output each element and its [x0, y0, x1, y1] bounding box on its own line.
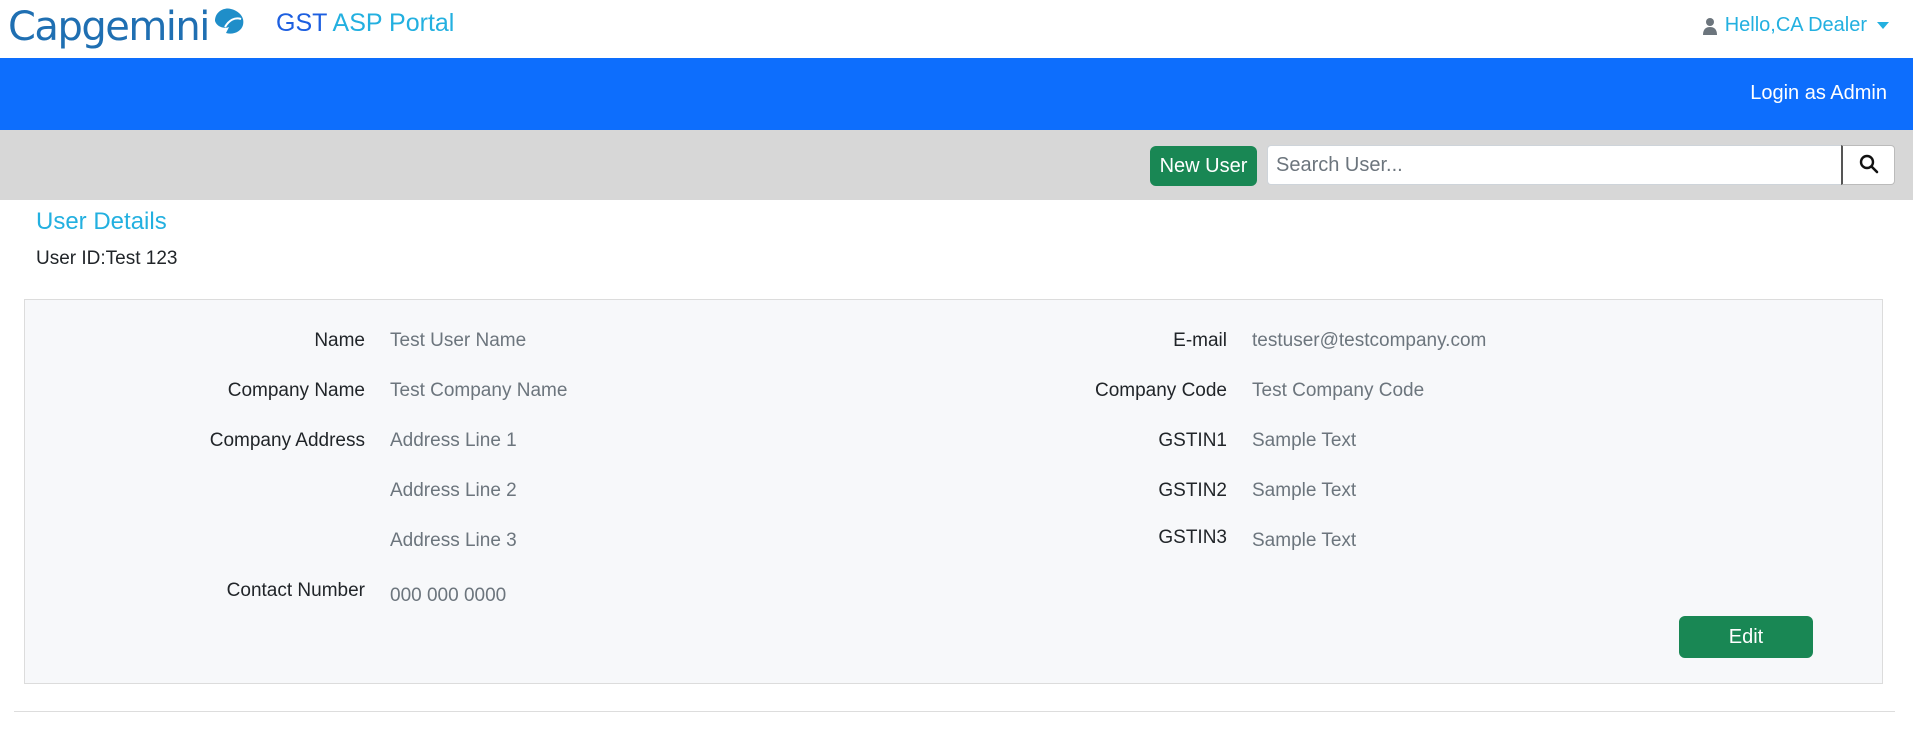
gstin3-label: GSTIN3	[1158, 527, 1227, 548]
name-label: Name	[314, 330, 365, 351]
name-value: Test User Name	[390, 330, 527, 351]
new-user-button[interactable]: New User	[1150, 146, 1257, 186]
search-button[interactable]	[1841, 145, 1895, 185]
company-code-label: Company Code	[1094, 380, 1227, 401]
portal-title-rest: ASP Portal	[332, 9, 455, 37]
search-icon	[1859, 154, 1879, 177]
gstin1-value: Sample Text	[1252, 430, 1357, 451]
capgemini-logo[interactable]: Capgemini	[8, 0, 247, 54]
nav-bar: Login as Admin	[0, 58, 1913, 130]
company-code-value: Test Company Code	[1252, 380, 1425, 401]
company-address-label: Company Address	[209, 430, 365, 451]
edit-button[interactable]: Edit	[1679, 616, 1813, 658]
portal-title: GST ASP Portal	[276, 9, 454, 38]
company-name-label: Company Name	[227, 380, 365, 401]
portal-title-gst: GST	[276, 9, 327, 37]
user-icon	[1702, 17, 1717, 35]
company-name-value: Test Company Name	[390, 380, 568, 401]
top-header: Capgemini GST ASP Portal Hello,CA Dealer	[0, 0, 1913, 58]
caret-down-icon	[1877, 22, 1889, 29]
gstin1-label: GSTIN1	[1158, 430, 1227, 451]
login-as-admin-link[interactable]: Login as Admin	[1750, 82, 1887, 105]
gstin3-value: Sample Text	[1252, 530, 1357, 551]
page-title: User Details	[36, 208, 167, 235]
address-line-3: Address Line 3	[390, 530, 517, 551]
toolbar: New User	[0, 130, 1913, 200]
user-details-panel: User Details User ID:Test 123 Name Test …	[14, 200, 1895, 712]
email-value: testuser@testcompany.com	[1252, 330, 1487, 351]
email-label: E-mail	[1173, 330, 1227, 351]
contact-number-label: Contact Number	[226, 580, 365, 601]
spade-icon	[211, 5, 247, 42]
gstin2-value: Sample Text	[1252, 480, 1357, 501]
contact-number-value: 000 000 0000	[390, 585, 507, 606]
address-line-1: Address Line 1	[390, 430, 517, 451]
address-line-2: Address Line 2	[390, 480, 517, 501]
user-greeting: Hello,CA Dealer	[1724, 14, 1867, 36]
details-card: Name Test User Name Company Name Test Co…	[24, 299, 1883, 684]
search-user-input[interactable]	[1267, 145, 1842, 185]
logo-wordmark: Capgemini	[8, 4, 210, 50]
gstin2-label: GSTIN2	[1158, 480, 1227, 501]
user-menu-dropdown[interactable]: Hello,CA Dealer	[1702, 14, 1889, 37]
user-id-text: User ID:Test 123	[36, 248, 178, 269]
